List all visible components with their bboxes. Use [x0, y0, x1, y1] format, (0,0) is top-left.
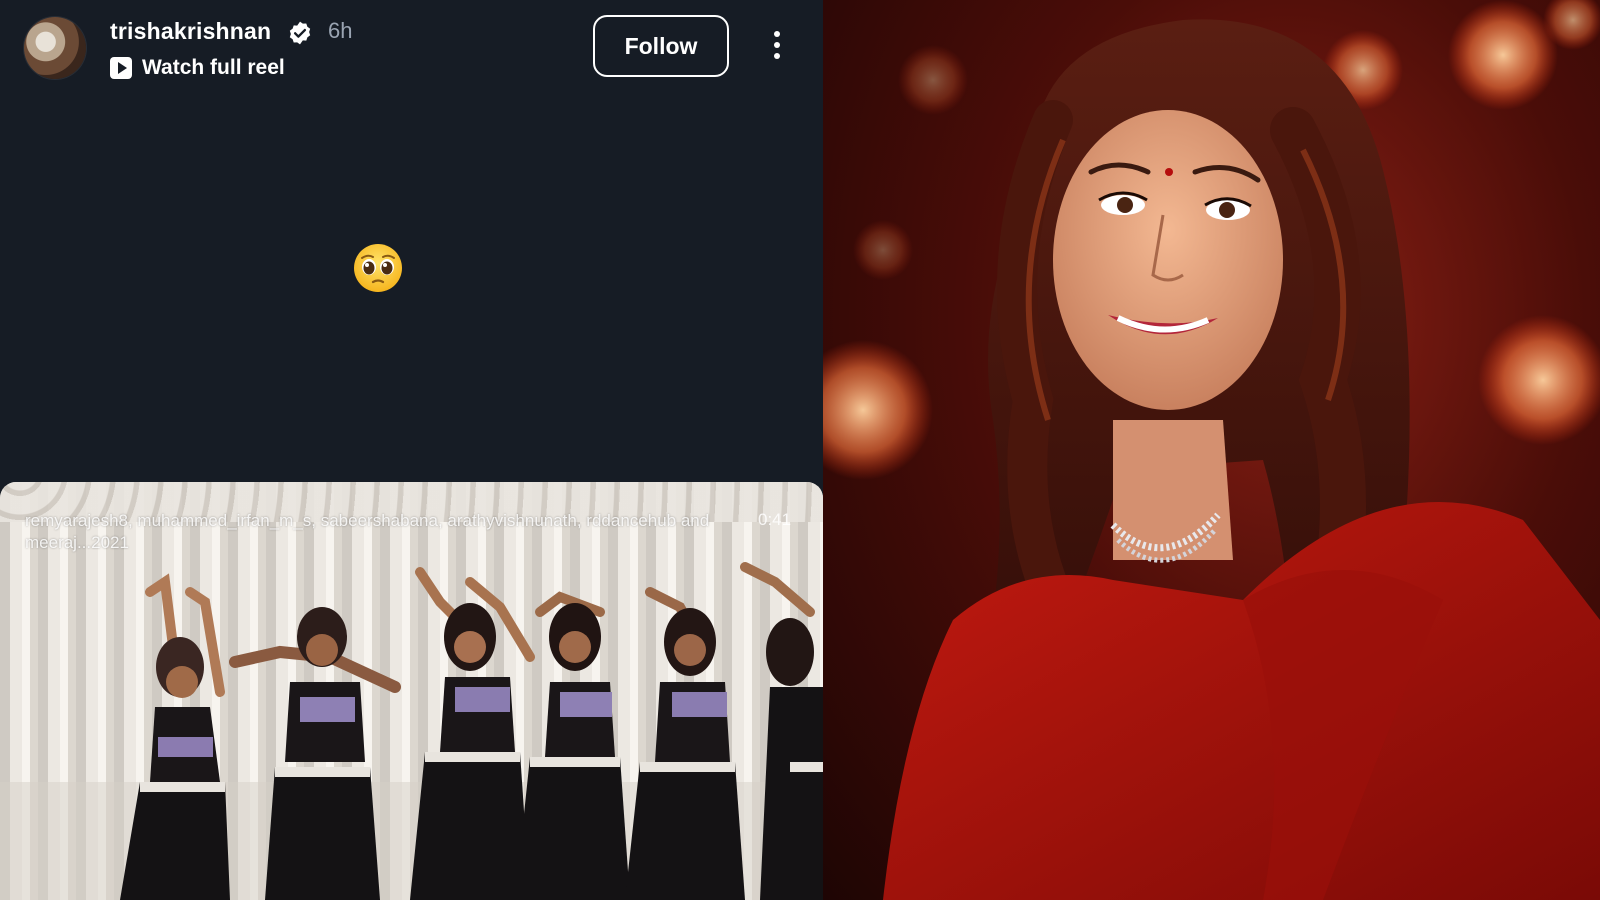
reel-duration: 0:41 — [758, 510, 792, 529]
play-icon — [110, 57, 132, 79]
watch-full-reel-label: Watch full reel — [142, 56, 285, 79]
reel-preview[interactable]: remyarajesh8, muhammed_irfan_m_s, sabeer… — [0, 482, 823, 900]
story-panel: trishakrishnan 6h Watch full reel Follow — [0, 0, 823, 900]
pleading-face-emoji — [354, 244, 402, 292]
verified-badge-icon — [289, 21, 311, 45]
story-header: trishakrishnan 6h Watch full reel Follow — [0, 0, 823, 90]
profile-username[interactable]: trishakrishnan — [110, 18, 271, 45]
watch-full-reel-link[interactable]: Watch full reel — [110, 54, 285, 82]
profile-avatar[interactable] — [24, 17, 86, 79]
portrait-illustration — [823, 0, 1600, 900]
post-time: 6h — [328, 18, 353, 43]
portrait-photo — [823, 0, 1600, 900]
reel-tagged-users: remyarajesh8, muhammed_irfan_m_s, sabeer… — [25, 511, 710, 552]
more-vertical-icon[interactable] — [764, 28, 790, 64]
follow-button[interactable]: Follow — [593, 15, 729, 77]
